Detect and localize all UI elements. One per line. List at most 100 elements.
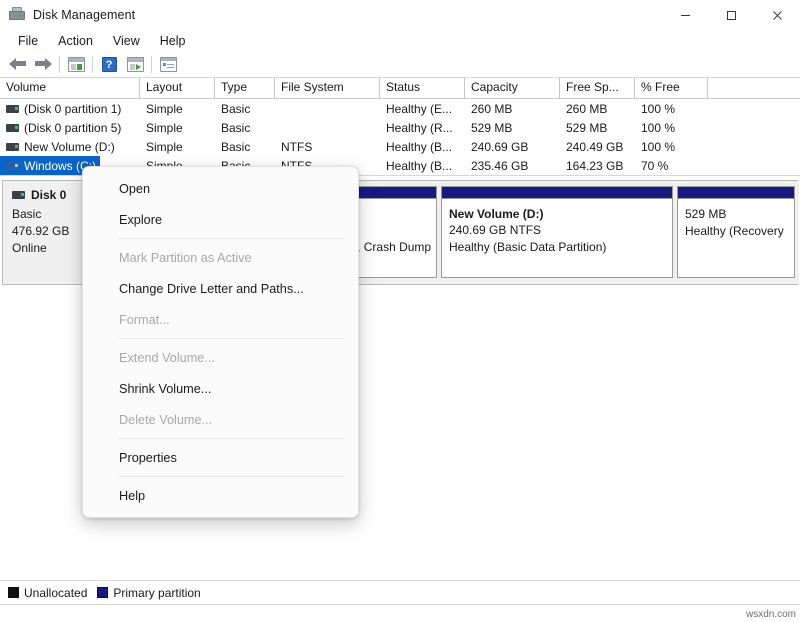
maximize-icon[interactable] [708,0,754,30]
context-menu-item-open[interactable]: Open [83,173,358,204]
column-header-free-space[interactable]: Free Sp... [560,78,635,98]
window-title: Disk Management [33,8,135,22]
cell-status: Healthy (E... [380,99,465,118]
cell-type: Basic [215,137,275,156]
forward-arrow-icon[interactable] [30,54,56,76]
window-controls [662,0,800,30]
show-hide-action-pane-icon[interactable] [122,54,148,76]
cell-volume-label: (Disk 0 partition 5) [24,121,121,135]
context-menu-separator [119,438,344,439]
cell-status: Healthy (B... [380,137,465,156]
context-menu-item-delete-volume: Delete Volume... [83,404,358,435]
cell-volume: New Volume (D:) [0,137,140,156]
help-icon[interactable]: ? [96,54,122,76]
legend-item-unallocated: Unallocated [8,586,87,600]
volume-list-header: Volume Layout Type File System Status Ca… [0,78,800,99]
menu-item-file[interactable]: File [8,32,48,50]
column-header-layout[interactable]: Layout [140,78,215,98]
status-bar: wsxdn.com [0,604,800,622]
toolbar-separator [151,56,152,73]
cell-layout: Simple [140,137,215,156]
partition-status: Healthy (Basic Data Partition) [449,239,665,256]
partition-name: New Volume (D:) [449,206,665,222]
cell-volume-label: (Disk 0 partition 1) [24,102,121,116]
column-header-filler[interactable] [708,78,800,98]
column-header-status[interactable]: Status [380,78,465,98]
volume-list: Volume Layout Type File System Status Ca… [0,78,800,175]
partition-block[interactable]: New Volume (D:) 240.69 GB NTFS Healthy (… [441,186,673,278]
cell-percent-free: 100 % [635,118,708,137]
toolbar-separator [59,56,60,73]
legend-swatch-primary-partition [97,587,108,598]
cell-status: Healthy (B... [380,156,465,175]
context-menu-item-format: Format... [83,304,358,335]
context-menu-item-shrink-volume[interactable]: Shrink Volume... [83,373,358,404]
column-header-file-system[interactable]: File System [275,78,380,98]
legend-label-primary-partition: Primary partition [113,586,200,600]
cell-free-space: 260 MB [560,99,635,118]
menu-item-help[interactable]: Help [150,32,196,50]
context-menu-item-mark-partition-as-active: Mark Partition as Active [83,242,358,273]
table-row[interactable]: New Volume (D:) Simple Basic NTFS Health… [0,137,800,156]
cell-volume-label: New Volume (D:) [24,140,115,154]
disk-management-window: Disk Management File Action View Help [0,0,800,622]
partition-size: 240.69 GB NTFS [449,222,665,239]
cell-status: Healthy (R... [380,118,465,137]
cell-free-space: 164.23 GB [560,156,635,175]
context-menu-item-change-drive-letter-and-paths[interactable]: Change Drive Letter and Paths... [83,273,358,304]
context-menu-separator [119,238,344,239]
menu-bar: File Action View Help [0,30,800,52]
partition-color-bar [442,187,672,199]
menu-item-action[interactable]: Action [48,32,103,50]
context-menu-separator [119,476,344,477]
partition-color-bar [678,187,794,199]
legend-swatch-unallocated [8,587,19,598]
cell-volume: (Disk 0 partition 1) [0,99,140,118]
cell-layout: Simple [140,99,215,118]
volume-drive-icon [6,124,19,132]
cell-capacity: 529 MB [465,118,560,137]
close-icon[interactable] [754,0,800,30]
cell-file-system [275,118,380,137]
context-menu-separator [119,338,344,339]
back-arrow-icon[interactable] [4,54,30,76]
context-menu-item-properties[interactable]: Properties [83,442,358,473]
disk-name: Disk 0 [31,188,66,202]
cell-capacity: 235.46 GB [465,156,560,175]
properties-icon[interactable] [155,54,181,76]
minimize-icon[interactable] [662,0,708,30]
context-menu: Open Explore Mark Partition as Active Ch… [82,166,359,518]
cell-volume: (Disk 0 partition 5) [0,118,140,137]
cell-percent-free: 100 % [635,99,708,118]
partition-block[interactable]: 529 MB Healthy (Recovery [677,186,795,278]
show-hide-console-tree-icon[interactable] [63,54,89,76]
legend: Unallocated Primary partition [0,580,800,604]
watermark: wsxdn.com [746,609,796,620]
context-menu-item-help[interactable]: Help [83,480,358,511]
cell-capacity: 240.69 GB [465,137,560,156]
cell-layout: Simple [140,118,215,137]
disk-icon [12,191,25,199]
legend-item-primary-partition: Primary partition [97,586,200,600]
table-row[interactable]: (Disk 0 partition 1) Simple Basic Health… [0,99,800,118]
context-menu-item-explore[interactable]: Explore [83,204,358,235]
table-row[interactable]: (Disk 0 partition 5) Simple Basic Health… [0,118,800,137]
column-header-type[interactable]: Type [215,78,275,98]
volume-drive-icon [6,143,19,151]
toolbar: ? [0,52,800,78]
cell-type: Basic [215,118,275,137]
column-header-capacity[interactable]: Capacity [465,78,560,98]
cell-free-space: 529 MB [560,118,635,137]
volume-system-drive-icon [6,162,19,170]
cell-percent-free: 70 % [635,156,708,175]
column-header-percent-free[interactable]: % Free [635,78,708,98]
context-menu-item-extend-volume: Extend Volume... [83,342,358,373]
cell-file-system [275,99,380,118]
toolbar-separator [92,56,93,73]
column-header-volume[interactable]: Volume [0,78,140,98]
cell-capacity: 260 MB [465,99,560,118]
partition-body: 529 MB Healthy (Recovery [678,199,794,277]
cell-file-system: NTFS [275,137,380,156]
menu-item-view[interactable]: View [103,32,150,50]
cell-free-space: 240.49 GB [560,137,635,156]
